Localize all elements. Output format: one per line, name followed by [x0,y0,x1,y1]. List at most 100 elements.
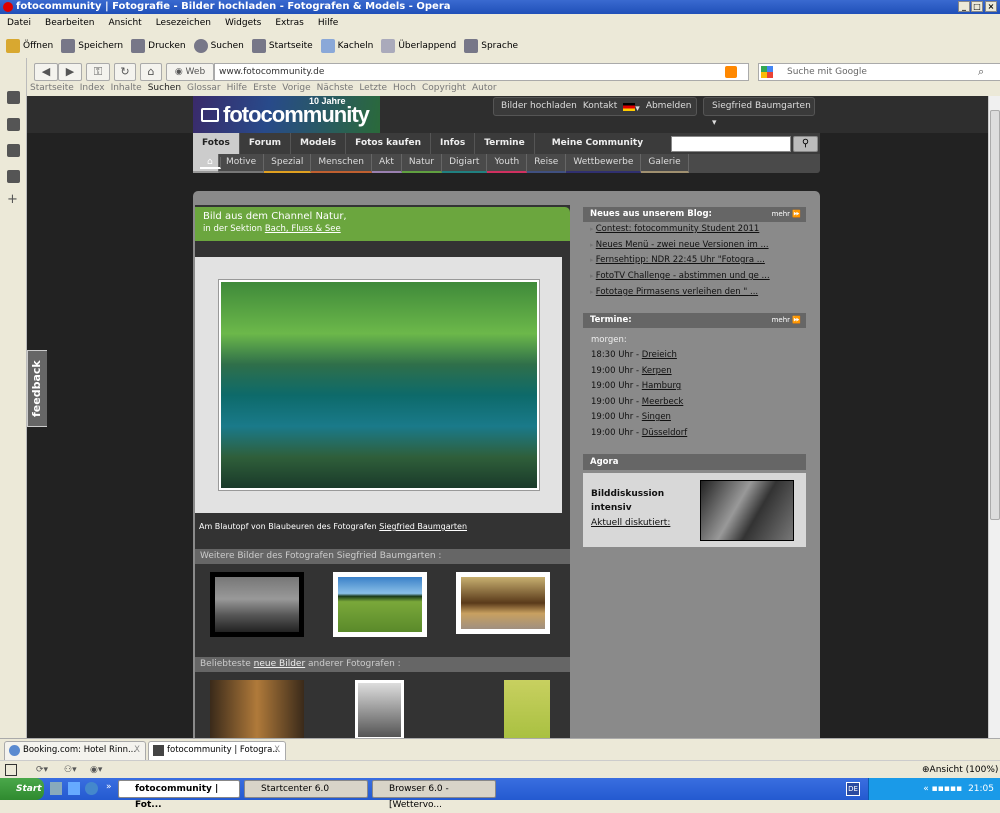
menu-hilfe[interactable]: Hilfe [311,14,345,33]
rss-icon[interactable] [725,66,737,78]
link-naechste[interactable]: Nächste [317,82,354,95]
back-button[interactable]: ◀ [34,63,58,81]
tab-close-button[interactable]: X [274,742,280,759]
sync-icon[interactable]: ⟳▾ [36,761,48,779]
site-search-input[interactable] [671,136,791,152]
search-go-icon[interactable]: ⌕ [978,65,984,79]
blog-link[interactable]: FotoTV Challenge - abstimmen und ge ... [596,271,770,281]
maximize-button[interactable]: □ [971,1,983,12]
subnav-motive[interactable]: Motive [219,154,265,173]
link-hilfe[interactable]: Hilfe [227,82,247,95]
save-button[interactable]: Speichern [61,39,123,53]
cascade-button[interactable]: Überlappend [381,39,456,53]
blog-item[interactable]: Neues Menü - zwei neue Versionen im ... [590,240,769,250]
nav-models[interactable]: Models [291,133,347,154]
minimize-button[interactable]: _ [958,1,970,12]
thumbnail-meadow[interactable] [333,572,427,637]
tab-booking[interactable]: Booking.com: Hotel Rinn... X [4,741,146,760]
thumbnail-butterfly[interactable] [504,680,550,738]
thumbnail-lion[interactable] [210,680,304,738]
nav-meine-community[interactable]: Meine Community [535,133,652,154]
unite-icon[interactable]: ⚇▾ [64,761,77,779]
zoom-control[interactable]: ⊕Ansicht (100%) [922,761,998,779]
thumbnail-bw-figure[interactable] [355,680,404,738]
nav-forum[interactable]: Forum [240,133,292,154]
vertical-scrollbar[interactable] [988,96,1000,738]
language-selector[interactable]: ▾ [623,98,640,115]
url-input[interactable]: www.fotocommunity.de [214,63,749,81]
forward-button[interactable]: ▶ [58,63,82,81]
quicklaunch-more-icon[interactable]: » [106,782,112,792]
subnav-natur[interactable]: Natur [401,154,443,173]
user-menu[interactable]: Siegfried Baumgarten ▾ [703,97,815,128]
web-badge[interactable]: ◉ Web [166,63,214,81]
subnav-spezial[interactable]: Spezial [264,154,312,173]
termine-more-link[interactable]: mehr ⏩ [772,313,801,328]
blog-item[interactable]: Contest: fotocommunity Student 2011 [590,224,760,234]
tab-fotocommunity[interactable]: fotocommunity | Fotogra... X [148,741,286,760]
site-logo[interactable]: fotocommunity 10 Jahre [193,96,380,133]
blog-link[interactable]: Neues Menü - zwei neue Versionen im ... [596,240,769,250]
menu-ansicht[interactable]: Ansicht [101,14,148,33]
agora-link[interactable]: Aktuell diskutiert: [591,518,670,528]
turbo-icon[interactable]: ◉▾ [90,761,102,779]
panel-widgets-icon[interactable] [7,170,20,183]
event-link[interactable]: Düsseldorf [642,428,687,438]
thumbnail-hall[interactable] [456,572,550,634]
quicklaunch-network-icon[interactable] [50,782,62,795]
quicklaunch-desktop-icon[interactable] [68,782,80,795]
link-vorige[interactable]: Vorige [282,82,310,95]
link-index[interactable]: Index [80,82,105,95]
subnav-reise[interactable]: Reise [527,154,567,173]
menu-lesezeichen[interactable]: Lesezeichen [149,14,218,33]
menu-bearbeiten[interactable]: Bearbeiten [38,14,101,33]
subnav-digiart[interactable]: Digiart [442,154,488,173]
menu-widgets[interactable]: Widgets [218,14,268,33]
link-startseite[interactable]: Startseite [30,82,74,95]
tab-close-button[interactable]: X [134,742,140,759]
close-button[interactable]: × [985,1,997,12]
panel-feeds-icon[interactable] [7,91,20,104]
task-startcenter[interactable]: Startcenter 6.0 [244,780,368,798]
tray-icons[interactable]: « ▪▪▪▪▪ [923,784,962,794]
search-button[interactable]: Suchen [193,39,244,53]
search-input[interactable]: Suche mit Google [758,63,1000,81]
featured-photo[interactable] [218,279,540,491]
event-link[interactable]: Dreieich [642,350,677,360]
feedback-tab[interactable]: feedback [27,350,47,427]
author-link[interactable]: Siegfried Baumgarten [379,522,467,531]
task-opera[interactable]: fotocommunity | Fot... [118,780,240,810]
menu-datei[interactable]: Datei [0,14,38,33]
link-erste[interactable]: Erste [253,82,276,95]
subnav-galerie[interactable]: Galerie [641,154,689,173]
menu-extras[interactable]: Extras [268,14,310,33]
home-button[interactable]: Startseite [251,39,313,53]
link-letzte[interactable]: Letzte [359,82,387,95]
section-link[interactable]: Bach, Fluss & See [265,224,341,234]
home-nav-button[interactable]: ⌂ [140,63,162,81]
upload-link[interactable]: Bilder hochladen [501,98,577,115]
blog-link[interactable]: Contest: fotocommunity Student 2011 [596,224,760,234]
link-glossar[interactable]: Glossar [187,82,221,95]
nav-fotos[interactable]: Fotos [193,133,240,154]
thumbnail-misty-lake[interactable] [210,572,304,637]
link-autor[interactable]: Autor [472,82,497,95]
add-panel-icon[interactable]: + [7,193,20,207]
open-button[interactable]: Öffnen [6,39,53,53]
subnav-akt[interactable]: Akt [371,154,402,173]
blog-link[interactable]: Fototage Pirmasens verleihen den " ... [596,287,758,297]
wand-button[interactable]: ⚿ [86,63,110,81]
agora-image[interactable] [700,480,794,541]
panel-downloads-icon[interactable] [7,144,20,157]
task-browser[interactable]: Browser 6.0 - [Wettervo... [372,780,496,810]
event-link[interactable]: Singen [642,412,671,422]
link-suchen[interactable]: Suchen [148,82,181,95]
subnav-wettbewerbe[interactable]: Wettbewerbe [566,154,642,173]
blog-item[interactable]: FotoTV Challenge - abstimmen und ge ... [590,271,770,281]
subnav-menschen[interactable]: Menschen [311,154,372,173]
nav-fotos-kaufen[interactable]: Fotos kaufen [346,133,431,154]
link-inhalte[interactable]: Inhalte [111,82,142,95]
blog-item[interactable]: Fernsehtipp: NDR 22:45 Uhr "Fotogra ... [590,255,765,265]
quicklaunch-ie-icon[interactable] [85,782,98,795]
start-button[interactable]: Start [0,778,44,800]
